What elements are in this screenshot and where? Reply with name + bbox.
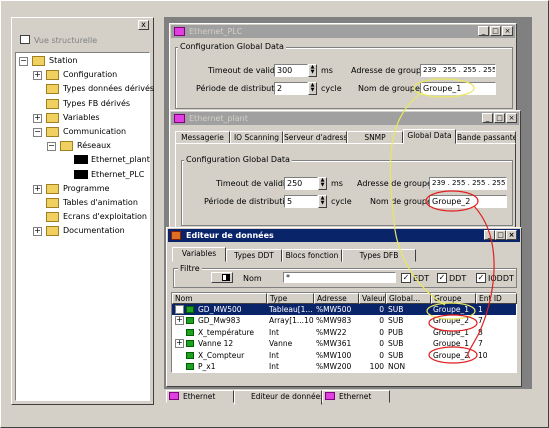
tab-variables[interactable]: Variables [172,247,226,262]
red-circle-plant [425,190,479,212]
red-link [467,205,495,359]
tab-global-data[interactable]: Global Data [403,129,456,144]
red-circle-row [428,314,478,332]
yellow-circle-plc [413,78,475,98]
red-circle-row-2 [428,346,478,364]
annotation-overlay [389,78,495,364]
taskbar-tab-data-editor[interactable]: Editeur de données [234,390,322,405]
yellow-link [389,91,446,306]
